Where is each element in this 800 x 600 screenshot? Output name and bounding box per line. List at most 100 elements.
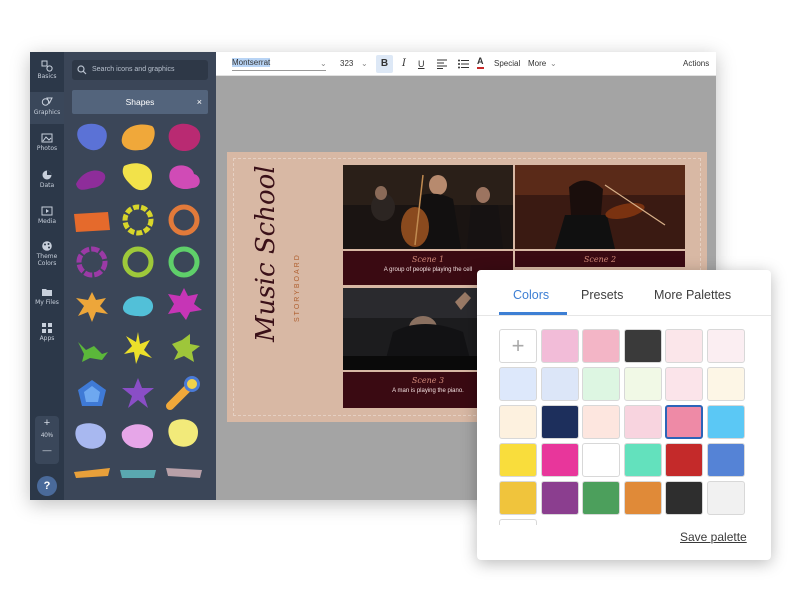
shape-stroke-mauve[interactable] [164,458,204,494]
color-swatch[interactable] [582,329,620,363]
shape-ring-mint[interactable] [164,244,204,280]
color-swatch[interactable] [623,481,662,515]
rail-photos[interactable]: Photos [30,132,64,160]
zoom-out-button[interactable]: — [35,442,59,458]
color-swatch[interactable] [623,367,662,401]
close-icon[interactable]: × [197,90,202,114]
font-select[interactable]: Montserrat [232,57,326,71]
color-swatch[interactable] [582,443,620,477]
shape-splat-magenta[interactable] [164,286,204,322]
color-swatch[interactable] [623,405,662,439]
shape-ring-orange[interactable] [164,202,204,238]
photos-icon [41,133,53,143]
shape-hatch-yellow[interactable] [164,416,204,452]
more-button[interactable]: More [528,52,546,76]
color-swatch[interactable] [582,367,620,401]
color-swatch[interactable] [706,481,745,515]
actions-button[interactable]: Actions [683,52,709,76]
color-swatch[interactable] [499,405,537,439]
rail-graphics[interactable]: Graphics [30,92,64,124]
rail-media-label: Media [37,218,57,225]
chevron-down-icon[interactable]: ⌄ [320,52,327,76]
tab-more-palettes[interactable]: More Palettes [654,288,731,302]
color-swatch[interactable] [665,367,703,401]
color-swatch[interactable] [706,443,745,477]
rail-theme-colors[interactable]: Theme Colors [30,240,64,274]
color-swatch[interactable] [623,443,662,477]
rail-my-files[interactable]: My Files [30,286,64,314]
shape-blob-pink[interactable] [164,160,204,196]
shape-splash-yellow[interactable] [118,330,158,366]
rail-apps[interactable]: Apps [30,322,64,350]
color-swatch[interactable] [623,329,662,363]
search-input[interactable]: Search icons and graphics [72,60,208,80]
shape-stroke-teal[interactable] [118,458,158,494]
color-swatch[interactable] [706,329,745,363]
shape-hatch-pink[interactable] [118,418,158,454]
tab-colors[interactable]: Colors [513,288,549,302]
tab-presets[interactable]: Presets [581,288,623,302]
scene-2-label[interactable]: Scene 2 [515,255,685,264]
color-swatch[interactable] [665,405,703,439]
shape-pentagon-blue[interactable] [72,376,112,412]
zoom-in-button[interactable]: + [35,416,59,430]
shape-comet-yellow[interactable] [164,374,204,410]
design-subtitle[interactable]: STORYBOARD [294,253,301,322]
basics-icon [41,60,53,72]
save-palette-link[interactable]: Save palette [680,530,747,544]
color-swatch[interactable] [665,481,703,515]
color-swatch[interactable] [665,329,703,363]
photo-violinist[interactable] [515,165,685,249]
italic-button[interactable]: I [402,52,406,76]
shape-splash-lime[interactable] [164,330,204,366]
shape-blob-blue[interactable] [72,120,112,156]
color-swatch[interactable] [540,329,579,363]
color-swatch[interactable] [499,367,537,401]
shape-splat-cyan[interactable] [118,288,158,324]
special-button[interactable]: Special [494,52,520,76]
color-swatch[interactable] [499,443,537,477]
shape-hatch-blue[interactable] [72,418,112,454]
shape-ring-green[interactable] [118,244,158,280]
color-swatch[interactable] [540,405,579,439]
help-button[interactable]: ? [37,476,57,496]
font-size-value[interactable]: 323 [340,52,353,76]
color-swatch[interactable] [582,481,620,515]
shape-ring-yellow[interactable] [118,202,158,238]
shape-ring-purple[interactable] [72,244,112,280]
shape-splash-green[interactable] [72,332,112,368]
list-icon[interactable] [458,59,469,69]
rail-theme-label-2: Colors [37,260,57,267]
scene-1-label[interactable]: Scene 1 [343,255,513,264]
color-swatch[interactable] [540,481,579,515]
color-swatch[interactable] [706,405,745,439]
search-icon [77,65,87,75]
color-swatch[interactable] [499,481,537,515]
underline-button[interactable]: U [418,52,425,76]
active-tab-indicator [499,312,567,315]
chevron-down-icon[interactable]: ⌄ [550,52,557,76]
shape-blob-purple[interactable] [72,162,112,198]
color-swatch[interactable] [706,367,745,401]
color-swatch[interactable] [665,443,703,477]
shape-blob-orange[interactable] [118,120,158,156]
shape-blob-magenta[interactable] [164,120,204,156]
color-swatch[interactable] [540,443,579,477]
photo-cellist[interactable] [343,165,513,249]
align-left-icon[interactable] [437,59,447,69]
shape-brush-orange[interactable] [72,204,112,240]
rail-media[interactable]: Media [30,205,64,233]
add-color-button[interactable]: + [499,329,537,363]
bold-button[interactable]: B [376,55,393,73]
shape-blob-yellow[interactable] [118,160,158,196]
shape-splat-orange[interactable] [72,288,112,324]
chevron-down-icon[interactable]: ⌄ [361,52,368,76]
shape-star-purple[interactable] [118,376,158,412]
color-swatch[interactable] [582,405,620,439]
text-color-button[interactable]: A [477,55,484,69]
shape-stroke-orange[interactable] [72,458,112,494]
rail-basics[interactable]: Basics [30,60,64,90]
rail-data[interactable]: Data [30,169,64,197]
design-title[interactable]: Music School [251,165,281,342]
color-swatch[interactable] [540,367,579,401]
